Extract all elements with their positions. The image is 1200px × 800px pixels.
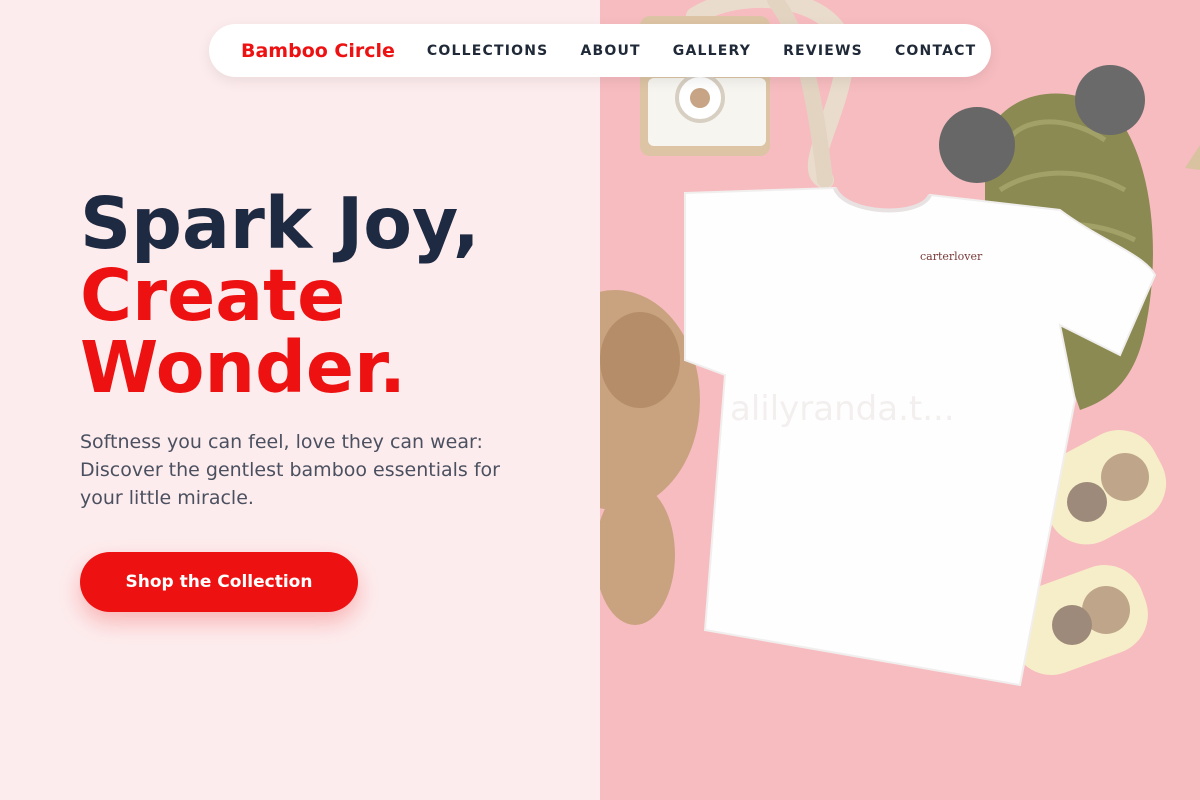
nav-links: COLLECTIONS ABOUT GALLERY REVIEWS CONTAC… (427, 43, 976, 59)
nav-link-gallery[interactable]: GALLERY (673, 43, 751, 59)
photo-watermark: alilyranda.t... (730, 389, 955, 429)
brand-logo[interactable]: Bamboo Circle (241, 40, 395, 62)
hero-title: Spark Joy, Create Wonder. (80, 188, 480, 404)
tshirt-label: carterlover (920, 250, 983, 263)
page: carterlover alilyranda.t... Bamboo Circl… (0, 0, 1200, 800)
hero-title-line-3: Wonder. (80, 326, 406, 409)
hero-image-panel: carterlover alilyranda.t... (600, 0, 1200, 800)
hero-title-line-1: Spark Joy, (80, 182, 480, 265)
nav-link-contact[interactable]: CONTACT (895, 43, 976, 59)
top-navigation: Bamboo Circle COLLECTIONS ABOUT GALLERY … (209, 24, 991, 77)
hero-title-line-2: Create (80, 254, 346, 337)
baby-clothes-photo: carterlover alilyranda.t... (600, 0, 1200, 800)
nav-link-about[interactable]: ABOUT (580, 43, 640, 59)
shop-collection-button[interactable]: Shop the Collection (80, 552, 358, 612)
nav-link-reviews[interactable]: REVIEWS (783, 43, 863, 59)
hero-subtitle: Softness you can feel, love they can wea… (80, 431, 500, 509)
nav-link-collections[interactable]: COLLECTIONS (427, 43, 549, 59)
